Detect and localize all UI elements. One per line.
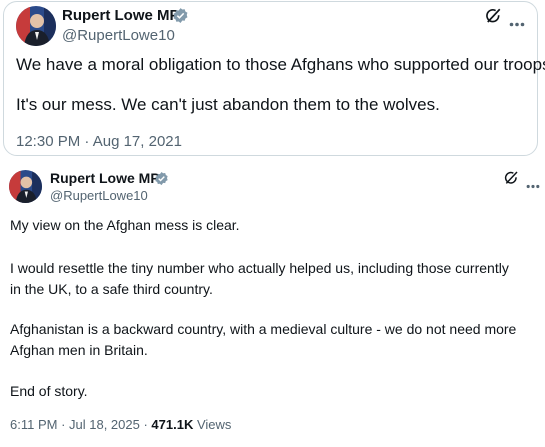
tweet-text-line: Afghan men in Britain. [10,342,148,358]
tweet-text-line: Afghanistan is a backward country, with … [10,321,517,337]
author-name[interactable]: Rupert Lowe MP [50,170,160,186]
tweet-text-line: in the UK, to a safe third country. [10,281,213,297]
more-icon[interactable] [509,14,525,32]
tweet-timestamp[interactable]: 12:30 PM · Aug 17, 2021 [16,133,182,150]
tweet-text-line: It's our mess. We can't just abandon the… [16,95,440,114]
author-handle[interactable]: @RupertLowe10 [62,27,175,44]
tweet-meta: 6:11 PM · Jul 18, 2025 · 471.1K Views [10,417,232,432]
tweet-text-line: We have a moral obligation to those Afgh… [16,55,545,74]
tweet-time[interactable]: 6:11 PM [10,417,57,432]
author-name[interactable]: Rupert Lowe MP [62,7,180,24]
tweet-time: 12:30 PM [16,133,81,150]
avatar[interactable] [16,6,56,46]
views-count[interactable]: 471.1K [151,417,193,432]
views-label: Views [196,417,232,432]
author-handle[interactable]: @RupertLowe10 [50,188,148,203]
tweet-text-line: My view on the Afghan mess is clear. [10,217,240,233]
tweet-text-line: I would resettle the tiny number who act… [10,260,509,276]
verified-badge-icon [154,171,169,191]
more-icon[interactable] [526,176,540,194]
quoted-tweet-card[interactable]: Rupert Lowe MP @RupertLowe10 We have a m… [3,1,545,156]
tweet-date: Aug 17, 2021 [92,133,182,150]
grok-icon[interactable] [503,170,519,191]
avatar[interactable] [9,170,42,203]
verified-badge-icon [172,7,189,29]
grok-icon[interactable] [484,7,502,30]
tweet-text-line: End of story. [10,383,88,399]
tweet-date[interactable]: Jul 18, 2025 [69,417,140,432]
